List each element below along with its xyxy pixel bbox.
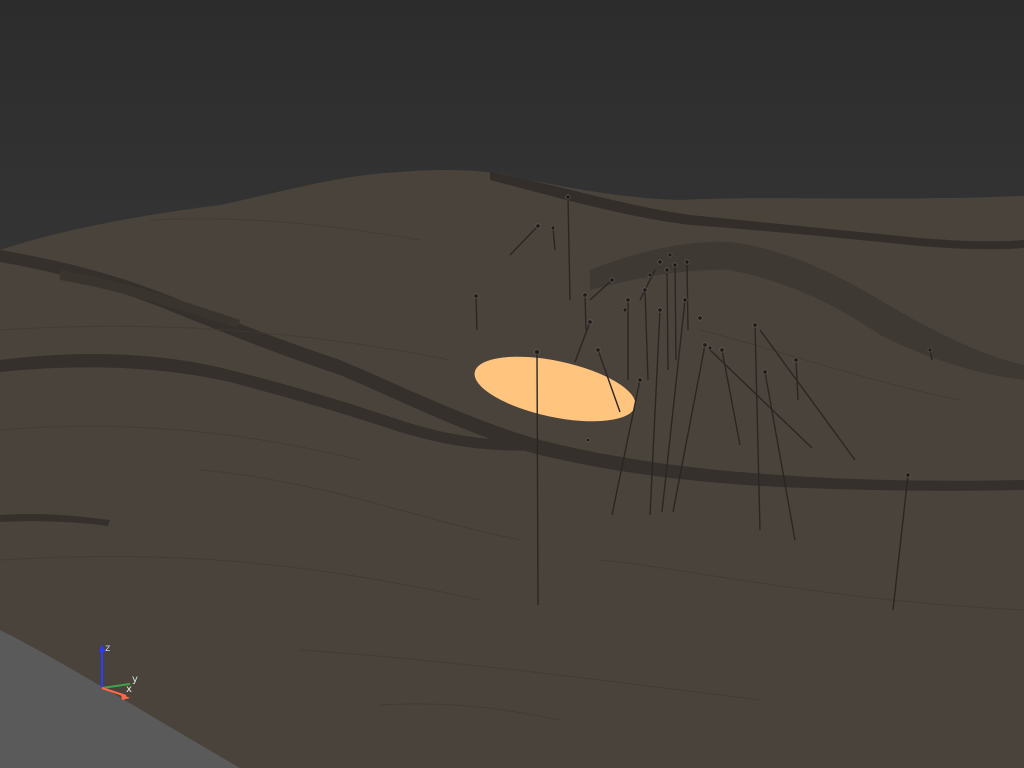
terrain-surface <box>0 170 1024 768</box>
drillhole <box>536 351 539 606</box>
drillhole <box>584 294 587 331</box>
x-axis-label: x <box>126 684 132 695</box>
z-axis-label: z <box>105 643 110 654</box>
drillhole <box>666 269 669 371</box>
drillhole <box>674 264 677 361</box>
terrain-scene[interactable] <box>0 0 1024 768</box>
y-axis-label: y <box>132 674 138 685</box>
drillhole <box>475 295 478 331</box>
drillhole <box>686 261 689 331</box>
3d-viewport[interactable]: z y x <box>0 0 1024 768</box>
axis-triad: z y x <box>99 643 138 700</box>
